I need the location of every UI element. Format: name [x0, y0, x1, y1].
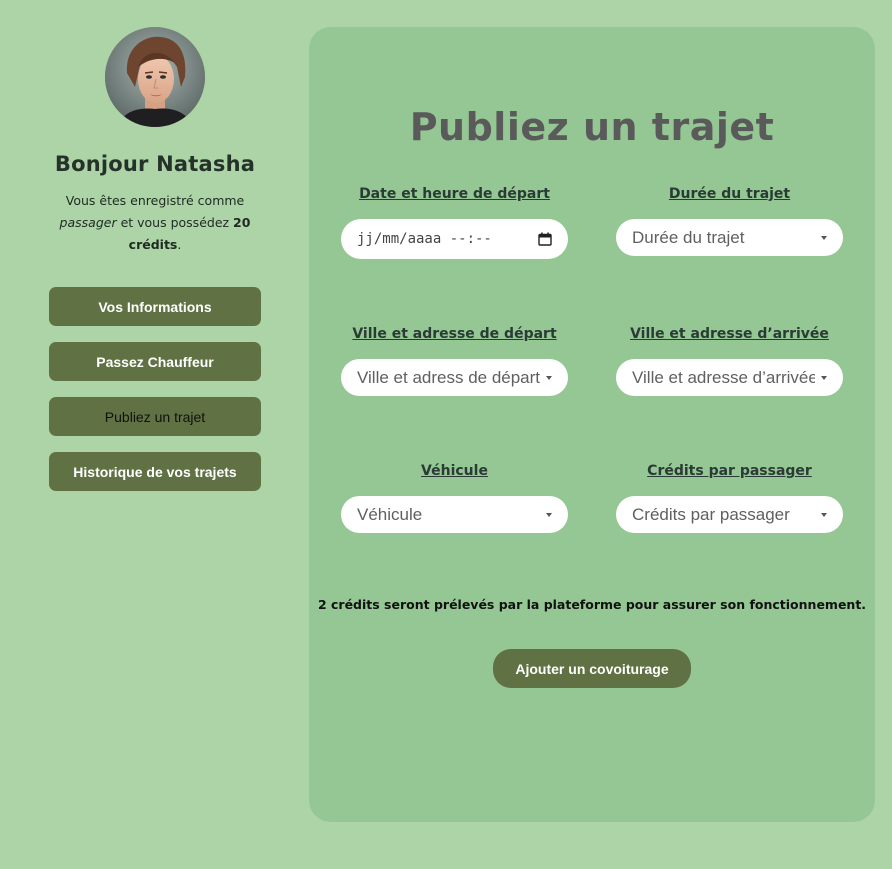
- calendar-icon[interactable]: [538, 232, 552, 246]
- arrivee-select[interactable]: Ville et adresse d’arrivée: [616, 359, 843, 396]
- depart-select[interactable]: Ville et adress de départ: [341, 359, 568, 396]
- avatar: [105, 27, 205, 127]
- depart-label: Ville et adresse de départ: [352, 326, 557, 342]
- greeting: Bonjour Natasha: [54, 152, 256, 176]
- chevron-down-icon: [546, 375, 552, 380]
- status-prefix: Vous êtes enregistré comme: [65, 193, 245, 208]
- vehicule-label: Véhicule: [421, 463, 488, 479]
- duree-label: Durée du trajet: [668, 186, 791, 202]
- chevron-down-icon: [821, 235, 827, 240]
- credits-select-value: Crédits par passager: [632, 504, 790, 524]
- date-label: Date et heure de départ: [359, 186, 550, 202]
- status-suffix: .: [177, 237, 182, 252]
- ajouter-covoiturage-button[interactable]: Ajouter un covoiturage: [493, 649, 691, 688]
- historique-trajets-button[interactable]: Historique de vos trajets: [49, 452, 261, 491]
- chevron-down-icon: [821, 375, 827, 380]
- sidebar: Bonjour Natasha Vous êtes enregistré com…: [0, 0, 310, 869]
- duree-select[interactable]: Durée du trajet: [616, 219, 843, 256]
- credits-label: Crédits par passager: [647, 463, 812, 479]
- vehicule-select[interactable]: Véhicule: [341, 496, 568, 533]
- arrivee-select-value: Ville et adresse d’arrivée: [632, 367, 815, 387]
- date-time-input[interactable]: jj/mm/aaaa --:--: [341, 219, 568, 259]
- publiez-un-trajet-button[interactable]: Publiez un trajet: [49, 397, 261, 436]
- date-time-placeholder: jj/mm/aaaa --:--: [357, 231, 492, 247]
- credits-select[interactable]: Crédits par passager: [616, 496, 843, 533]
- chevron-down-icon: [821, 512, 827, 517]
- vos-informations-button[interactable]: Vos Informations: [49, 287, 261, 326]
- passez-chauffeur-button[interactable]: Passez Chauffeur: [49, 342, 261, 381]
- status-middle: et vous possédez: [116, 215, 234, 230]
- platform-fee-notice: 2 crédits seront prélevés par la platefo…: [317, 597, 867, 612]
- vehicule-select-value: Véhicule: [357, 504, 423, 524]
- chevron-down-icon: [546, 512, 552, 517]
- arrivee-label: Ville et adresse d’arrivée: [630, 326, 829, 342]
- duree-select-value: Durée du trajet: [632, 227, 745, 247]
- status-role: passager: [59, 215, 117, 230]
- page-title: Publiez un trajet: [409, 105, 775, 149]
- status-text: Vous êtes enregistré comme passager et v…: [52, 190, 258, 256]
- depart-select-value: Ville et adress de départ: [357, 367, 540, 387]
- publish-form-card: Publiez un trajet Date et heure de dépar…: [309, 27, 875, 822]
- page: Bonjour Natasha Vous êtes enregistré com…: [0, 0, 892, 869]
